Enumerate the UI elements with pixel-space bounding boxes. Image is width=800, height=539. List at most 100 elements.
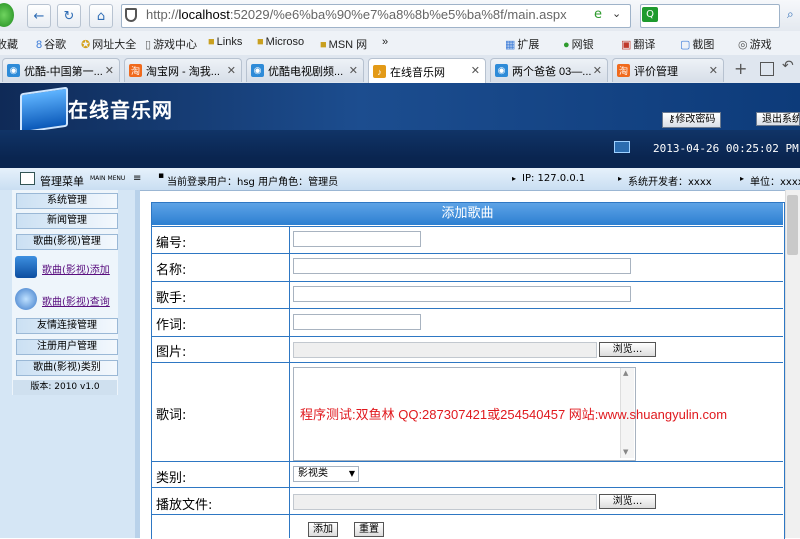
bookmark-item[interactable]: ■ MSN 网 [320,36,367,52]
label-name: 名称: [156,263,187,278]
url-prefix: http:// [146,7,179,22]
bookmark-label: 收藏 [0,39,18,51]
bookmark-label: 游戏 [749,39,772,51]
tab-reviews[interactable]: 淘评价管理 ✕ [612,58,724,82]
close-icon[interactable]: ✕ [471,64,480,77]
new-tab-icon[interactable]: + [734,59,747,78]
folder-icon: ■ [257,36,264,48]
bullet-icon: ▸ [740,174,745,183]
dropdown-icon[interactable]: ⌄ [612,7,621,20]
bookmark-label: 扩展 [517,39,540,51]
ie-compat-icon[interactable]: e [594,7,602,22]
menu-icon [20,172,35,185]
game-icon: ◎ [738,39,748,51]
tab-label: 两个爸爸 03—... [512,65,592,78]
bookmark-item[interactable]: ▣ 翻译 [621,36,655,52]
tab-label: 在线音乐网 [390,66,445,79]
label-id: 编号: [156,236,187,251]
tab-youku[interactable]: ◉ 优酷-中国第一... ✕ [2,58,120,82]
sidebar-item-categories[interactable]: 歌曲(影视)类别 [16,360,118,376]
search-song-icon[interactable] [15,288,37,310]
search-box[interactable] [640,4,780,28]
bookmark-item[interactable]: ◎ 游戏 [738,36,772,52]
label-play-file: 播放文件: [156,498,213,513]
sidebar-item-links[interactable]: 友情连接管理 [16,318,118,334]
bookmark-item[interactable]: ▦ 扩展 [505,36,539,52]
bookmark-label: Microso [265,36,305,48]
close-icon[interactable]: ✕ [105,64,114,77]
tab-youku-tv[interactable]: ◉ 优酷电视剧频... ✕ [246,58,364,82]
monitor-icon [614,141,630,153]
singer-input[interactable] [293,286,631,302]
url-host: localhost [178,7,230,22]
change-password-label: 修改密码 [675,114,716,125]
logout-button[interactable]: 退出系统 [756,112,800,126]
id-input[interactable] [293,231,421,247]
bookmark-item[interactable]: ▢ 截图 [680,36,714,52]
info-bar: 管理菜单 MAIN MENU ≡ ▪ 当前登录用户：hsg 用户角色：管理员 ▸… [0,168,800,191]
sidebar-item-songs[interactable]: 歌曲(影视)管理 [16,234,118,250]
add-button[interactable]: 添加 [308,522,338,537]
bookmark-item[interactable]: ■ Microso [257,36,304,48]
name-input[interactable] [293,258,631,274]
play-file-input[interactable] [293,494,597,510]
label-singer: 歌手: [156,291,187,306]
ip-address: IP: 127.0.0.1 [522,173,586,184]
scroll-up-icon[interactable]: ▲ [623,369,628,377]
search-engine-icon[interactable]: Q [642,7,658,22]
image-file-input[interactable] [293,342,597,358]
tab-label: 优酷-中国第一... [24,65,103,78]
address-text: http://localhost:52029/%e6%ba%90%e7%a8%8… [146,7,567,22]
row-divider [152,281,783,282]
scroll-thumb[interactable] [787,195,798,255]
tab-two-dads[interactable]: ◉ 两个爸爸 03—... ✕ [490,58,608,82]
bookmark-item[interactable]: 收藏 [0,36,18,52]
google-icon: 8 [36,39,43,51]
image-browse-button[interactable]: 浏览... [599,342,656,357]
add-song-icon[interactable] [15,256,37,278]
tab-label: 淘宝网 - 淘我... [146,65,220,78]
search-song-link[interactable]: 歌曲(影视)查询 [42,293,110,308]
site-favicon-icon: ♪ [373,65,386,78]
search-go-icon[interactable]: ⌕ [787,7,794,22]
reset-button[interactable]: 重置 [354,522,384,537]
change-password-button[interactable]: ⚷修改密码 [662,112,722,128]
tab-taobao[interactable]: 淘淘宝网 - 淘我... ✕ [124,58,242,82]
close-icon[interactable]: ✕ [227,64,236,77]
tab-music-site[interactable]: ♪ 在线音乐网 ✕ [368,58,486,84]
bookmark-item[interactable]: 8 谷歌 [36,36,66,52]
refresh-icon[interactable]: ↻ [57,4,81,28]
sidebar-splitter[interactable] [135,190,140,538]
label-lyricist: 作词: [156,318,187,333]
version-label: 版本: 2010 v1.0 [13,380,117,395]
close-icon[interactable]: ✕ [349,64,358,77]
bookmark-item[interactable]: ● 网银 [563,36,594,52]
bookmarks-overflow[interactable]: » [382,36,388,48]
undo-close-icon[interactable]: ↶ [782,58,794,74]
close-icon[interactable]: ✕ [709,64,718,77]
sidebar-item-news[interactable]: 新闻管理 [16,213,118,229]
logout-label: 退出系统 [762,114,800,125]
label-category: 类别: [156,471,187,486]
label-lyrics: 歌词: [156,408,187,423]
add-song-link[interactable]: 歌曲(影视)添加 [42,261,110,276]
shield-icon [125,8,137,22]
sidebar-item-system[interactable]: 系统管理 [16,193,118,209]
bookmark-item[interactable]: ▯ 游戏中心 [145,36,197,52]
label-image: 图片: [156,345,187,360]
play-file-browse-button[interactable]: 浏览... [599,494,656,509]
sidebar-item-users[interactable]: 注册用户管理 [16,339,118,355]
bookmark-item[interactable]: ✪ 网址大全 [81,36,136,52]
close-icon[interactable]: ✕ [593,64,602,77]
tab-menu-icon[interactable] [760,62,774,76]
home-icon[interactable]: ⌂ [89,4,113,28]
star-icon: ✪ [81,39,91,51]
bookmark-item[interactable]: ■ Links [208,36,242,48]
datetime: 2013-04-26 00:25:02 PM [653,142,799,155]
scroll-down-icon[interactable]: ▼ [623,448,628,456]
column-divider [289,226,290,538]
category-select[interactable]: 影视类 [293,466,359,482]
taobao-icon: 淘 [129,64,142,77]
lyricist-input[interactable] [293,314,421,330]
back-icon[interactable]: ← [27,4,51,28]
